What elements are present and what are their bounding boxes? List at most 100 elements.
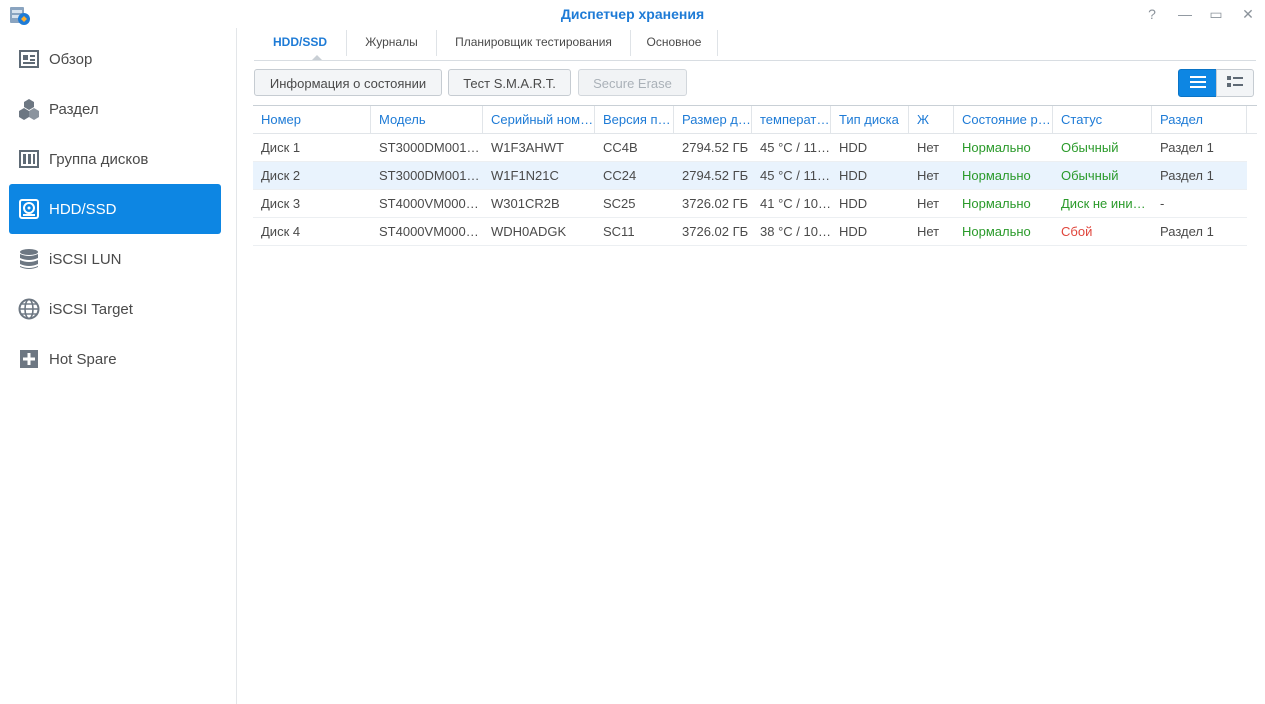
table-header: Номер Модель Серийный номер Версия проши…	[253, 105, 1257, 134]
cell-health: Нормально	[962, 140, 1031, 155]
tab-hdd-ssd[interactable]: HDD/SSD	[254, 28, 346, 60]
globe-icon	[18, 298, 40, 320]
cell-status: Диск не инициализирован	[1061, 196, 1152, 211]
maximize-button[interactable]: ▭	[1206, 4, 1226, 24]
cell-temperature: 45 °C / 113 °F	[760, 168, 831, 183]
plus-box-icon	[18, 348, 40, 370]
help-button[interactable]: ?	[1142, 4, 1162, 24]
cell-volume: Раздел 1	[1160, 140, 1214, 155]
cell-number: Диск 3	[261, 196, 301, 211]
cell-model: ST4000VM000-1F3168	[379, 224, 483, 239]
sidebar-item-label: iSCSI LUN	[49, 250, 122, 268]
tab-bar: HDD/SSD Журналы Планировщик тестирования…	[254, 28, 1256, 61]
column-header-health[interactable]: Состояние работоспособности	[954, 106, 1053, 133]
cell-status: Обычный	[1061, 140, 1119, 155]
cell-disk-type: HDD	[839, 168, 868, 183]
cell-model: ST4000VM000-1F3168	[379, 196, 483, 211]
sidebar-item-disk-group[interactable]: Группа дисков	[9, 134, 221, 184]
sidebar-item-hdd-ssd[interactable]: HDD/SSD	[9, 184, 221, 234]
cell-health: Нормально	[962, 168, 1031, 183]
active-tab-indicator	[312, 55, 322, 60]
volume-icon	[18, 98, 40, 120]
table-row[interactable]: Диск 3 ST4000VM000-1F3168 W301CR2B SC25 …	[253, 190, 1247, 218]
minimize-button[interactable]: —	[1175, 4, 1195, 24]
tab-divider	[717, 30, 718, 56]
cell-firmware: SC11	[603, 224, 635, 239]
overview-icon	[18, 48, 40, 70]
close-button[interactable]: ✕	[1238, 4, 1258, 24]
cell-size: 3726.02 ГБ	[682, 224, 749, 239]
cell-size: 2794.52 ГБ	[682, 168, 749, 183]
sidebar-item-volume[interactable]: Раздел	[9, 84, 221, 134]
database-icon	[18, 248, 40, 270]
smart-test-button[interactable]: Тест S.M.A.R.T.	[448, 69, 571, 96]
cell-number: Диск 1	[261, 140, 301, 155]
sidebar-item-hot-spare[interactable]: Hot Spare	[9, 334, 221, 384]
cell-model: ST3000DM001-1ER166	[379, 140, 483, 155]
title-bar: Диспетчер хранения ? — ▭ ✕	[0, 0, 1265, 28]
cell-status: Обычный	[1061, 168, 1119, 183]
cell-size: 2794.52 ГБ	[682, 140, 749, 155]
column-header-temperature[interactable]: температура	[752, 106, 831, 133]
table-row[interactable]: Диск 1 ST3000DM001-1ER166 W1F3AHWT CC4B …	[253, 134, 1247, 162]
sidebar-item-label: Обзор	[49, 50, 93, 68]
cell-disk-type: HDD	[839, 224, 868, 239]
cell-number: Диск 4	[261, 224, 301, 239]
health-info-button[interactable]: Информация о состоянии	[254, 69, 442, 96]
list-view-icon	[1189, 75, 1206, 91]
cell-volume: Раздел 1	[1160, 168, 1214, 183]
cell-disk-type: HDD	[839, 140, 868, 155]
detail-view-toggle[interactable]	[1216, 69, 1254, 97]
cell-number: Диск 2	[261, 168, 301, 183]
column-header-disk-type[interactable]: Тип диска	[831, 106, 909, 133]
cell-temperature: 45 °C / 113 °F	[760, 140, 831, 155]
detail-view-icon	[1227, 75, 1243, 91]
sidebar-item-iscsi-lun[interactable]: iSCSI LUN	[9, 234, 221, 284]
column-header-serial[interactable]: Серийный номер	[483, 106, 595, 133]
cell-health: Нормально	[962, 196, 1031, 211]
cell-health: Нормально	[962, 224, 1031, 239]
cell-hot-spare: Нет	[917, 224, 940, 239]
cell-hot-spare: Нет	[917, 196, 940, 211]
sidebar-item-label: HDD/SSD	[49, 200, 117, 218]
cell-firmware: CC24	[603, 168, 637, 183]
cell-serial: W1F1N21C	[491, 168, 559, 183]
table-row[interactable]: Диск 4 ST4000VM000-1F3168 WDH0ADGK SC11 …	[253, 218, 1247, 246]
column-header-number[interactable]: Номер	[253, 106, 371, 133]
tab-logs[interactable]: Журналы	[347, 28, 436, 60]
column-header-firmware[interactable]: Версия прошивки	[595, 106, 674, 133]
hdd-icon	[18, 198, 40, 220]
sidebar-item-iscsi-target[interactable]: iSCSI Target	[9, 284, 221, 334]
column-header-volume[interactable]: Раздел	[1152, 106, 1247, 133]
cell-firmware: CC4B	[603, 140, 638, 155]
cell-volume: -	[1160, 196, 1165, 211]
column-header-model[interactable]: Модель	[371, 106, 483, 133]
tab-test-scheduler[interactable]: Планировщик тестирования	[437, 28, 630, 60]
cell-serial: WDH0ADGK	[491, 224, 567, 239]
cell-firmware: SC25	[603, 196, 636, 211]
table-row[interactable]: Диск 2 ST3000DM001-1ER166 W1F1N21C CC24 …	[253, 162, 1247, 190]
sidebar: Обзор Раздел Группа дисков HDD/SSD iSCSI…	[0, 28, 237, 704]
sidebar-item-label: Группа дисков	[49, 150, 149, 168]
list-view-toggle[interactable]	[1178, 69, 1217, 97]
column-header-hot-spare[interactable]: Ж	[909, 106, 954, 133]
cell-serial: W1F3AHWT	[491, 140, 564, 155]
cell-temperature: 41 °C / 105 °F	[760, 196, 831, 211]
sidebar-item-label: Hot Spare	[49, 350, 117, 368]
main-panel: HDD/SSD Журналы Планировщик тестирования…	[237, 28, 1265, 704]
cell-model: ST3000DM001-1ER166	[379, 168, 483, 183]
cell-disk-type: HDD	[839, 196, 868, 211]
sidebar-item-overview[interactable]: Обзор	[9, 34, 221, 84]
cell-hot-spare: Нет	[917, 168, 940, 183]
cell-hot-spare: Нет	[917, 140, 940, 155]
column-header-size[interactable]: Размер диска	[674, 106, 752, 133]
column-header-status[interactable]: Статус	[1053, 106, 1152, 133]
secure-erase-button[interactable]: Secure Erase	[578, 69, 687, 96]
tab-general[interactable]: Основное	[631, 28, 717, 60]
cell-size: 3726.02 ГБ	[682, 196, 749, 211]
window-title: Диспетчер хранения	[560, 6, 705, 22]
sidebar-item-label: Раздел	[49, 100, 99, 118]
cell-temperature: 38 °C / 100 °F	[760, 224, 831, 239]
cell-volume: Раздел 1	[1160, 224, 1214, 239]
disk-group-icon	[18, 148, 40, 170]
